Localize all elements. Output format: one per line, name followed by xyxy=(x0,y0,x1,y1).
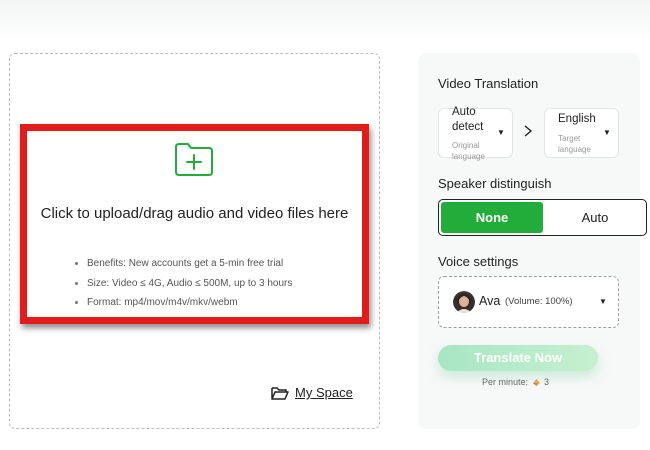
voice-name: Ava xyxy=(479,294,501,308)
speaker-toggle: None Auto xyxy=(438,199,647,236)
target-language-sub2: language xyxy=(558,145,591,154)
caret-down-icon: ▼ xyxy=(603,128,611,137)
my-space-link[interactable]: My Space xyxy=(271,385,353,400)
source-language-line1: Auto xyxy=(452,106,476,118)
voice-volume: (Volume: 100%) xyxy=(505,296,573,307)
per-minute-value: 3 xyxy=(544,377,550,387)
upload-instruction: Click to upload/drag audio and video fil… xyxy=(40,205,349,222)
target-language-sub1: Target xyxy=(558,134,581,143)
avatar xyxy=(453,291,475,313)
speaker-distinguish-label: Speaker distinguish xyxy=(438,176,552,191)
list-item: Benefits: New accounts get a 5-min free … xyxy=(74,254,292,274)
voice-select[interactable]: Ava (Volume: 100%) ▼ xyxy=(438,276,619,328)
source-language-line2: detect xyxy=(452,121,484,133)
upload-benefits-list: Benefits: New accounts get a 5-min free … xyxy=(74,254,292,313)
list-item: Format: mp4/mov/m4v/mkv/webm xyxy=(74,293,292,313)
list-item: Size: Video ≤ 4G, Audio ≤ 500M, up to 3 … xyxy=(74,274,292,294)
caret-down-icon: ▼ xyxy=(497,128,505,137)
voice-settings-label: Voice settings xyxy=(438,254,519,269)
target-language-select[interactable]: English Target language ▼ xyxy=(544,108,619,158)
target-language-value: English xyxy=(558,113,596,125)
my-space-label[interactable]: My Space xyxy=(295,385,353,400)
per-minute-label: Per minute: xyxy=(482,377,529,387)
folder-plus-icon[interactable] xyxy=(174,141,214,177)
coin-icon xyxy=(533,378,541,386)
arrow-right-icon xyxy=(524,125,533,137)
speaker-option-none[interactable]: None xyxy=(441,202,543,233)
folder-open-icon xyxy=(271,386,289,400)
source-language-sub1: Original xyxy=(452,141,480,150)
source-language-select[interactable]: Auto detect Original language ▼ xyxy=(438,106,513,161)
source-language-sub2: language xyxy=(452,152,485,161)
video-translation-label: Video Translation xyxy=(438,76,539,91)
speaker-option-auto[interactable]: Auto xyxy=(545,202,645,233)
top-background xyxy=(0,0,650,40)
translate-now-button[interactable]: Translate Now xyxy=(438,345,598,371)
per-minute-cost: Per minute: 3 xyxy=(482,377,549,387)
caret-down-icon: ▼ xyxy=(599,297,607,306)
